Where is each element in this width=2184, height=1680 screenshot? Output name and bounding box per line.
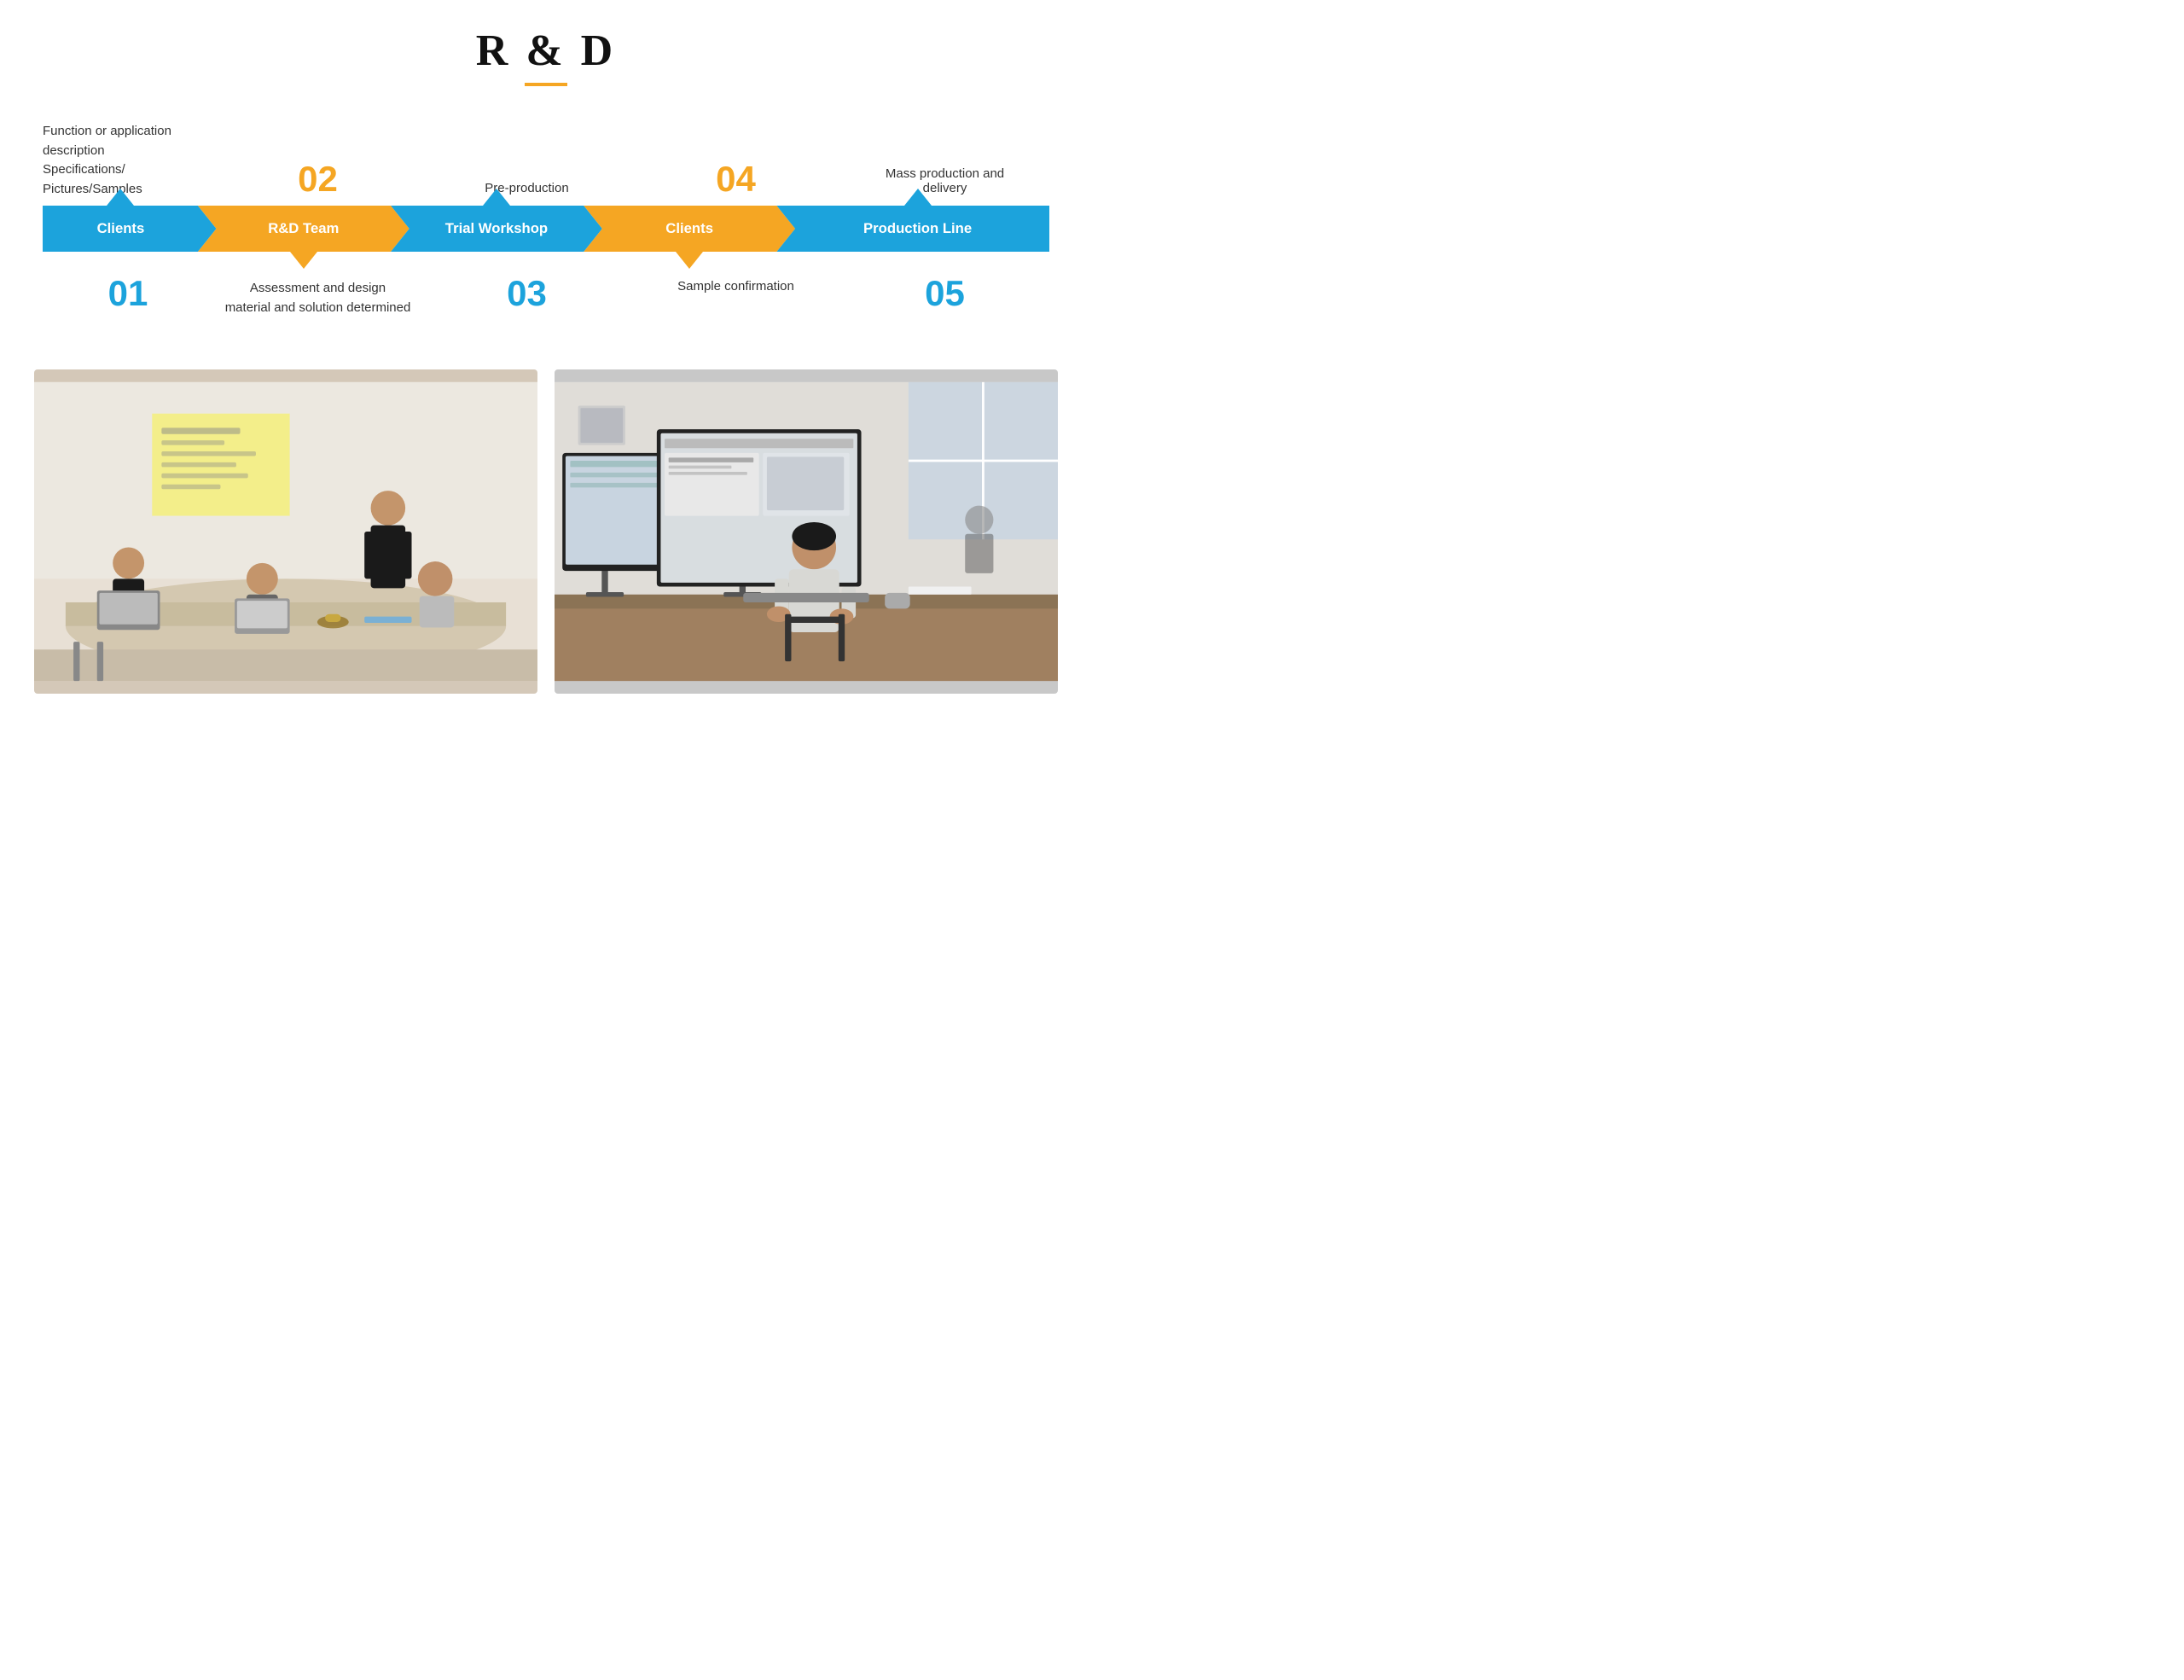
sample-confirmation-desc: Sample confirmation bbox=[631, 276, 840, 294]
svg-text:Trial Workshop: Trial Workshop bbox=[445, 220, 548, 236]
step03-number: 03 bbox=[507, 276, 547, 311]
page-title-section: R & D bbox=[34, 26, 1058, 86]
process-diagram: Function or application description Spec… bbox=[34, 112, 1058, 344]
images-section bbox=[34, 369, 1058, 694]
production-up-arrow bbox=[904, 189, 932, 206]
mass-production-text: Mass production and delivery bbox=[881, 166, 1009, 195]
step02-top-label: 02 bbox=[213, 161, 422, 206]
meeting-photo bbox=[34, 369, 537, 694]
step05-number: 05 bbox=[925, 276, 965, 311]
step01-number: 01 bbox=[108, 276, 148, 311]
trial-up-arrow bbox=[483, 189, 510, 206]
title-underline bbox=[525, 83, 567, 86]
clients2-down-arrow bbox=[676, 252, 703, 269]
svg-text:R&D Team: R&D Team bbox=[268, 220, 339, 236]
assessment-text: Assessment and designmaterial and soluti… bbox=[225, 279, 411, 317]
step04-top-label: 04 bbox=[631, 161, 840, 206]
mass-production-label: Mass production and delivery bbox=[840, 166, 1049, 206]
step04-number: 04 bbox=[716, 161, 756, 197]
bottom-labels-row: 01 Assessment and designmaterial and sol… bbox=[43, 276, 1049, 344]
clients1-up-arrow bbox=[107, 189, 134, 206]
sample-confirmation-text: Sample confirmation bbox=[677, 279, 794, 294]
preproduction-label: Pre-production bbox=[422, 181, 631, 206]
step03-bottom: 03 bbox=[422, 276, 631, 311]
page-title: R & D bbox=[34, 26, 1058, 76]
computer-photo bbox=[555, 369, 1058, 694]
assessment-desc: Assessment and designmaterial and soluti… bbox=[213, 276, 422, 317]
computer-scene-svg bbox=[555, 369, 1058, 694]
step01-bottom: 01 bbox=[43, 276, 213, 311]
flow-bar: Clients R&D Team Trial Workshop Clients … bbox=[43, 206, 1049, 252]
svg-text:Clients: Clients bbox=[97, 220, 145, 236]
svg-text:Production Line: Production Line bbox=[863, 220, 972, 236]
step02-number: 02 bbox=[298, 161, 338, 197]
step05-bottom: 05 bbox=[840, 276, 1049, 311]
flow-svg: Clients R&D Team Trial Workshop Clients … bbox=[43, 206, 1049, 252]
svg-text:Clients: Clients bbox=[665, 220, 713, 236]
meeting-scene-svg bbox=[34, 369, 537, 694]
rdteam-down-arrow bbox=[290, 252, 317, 269]
